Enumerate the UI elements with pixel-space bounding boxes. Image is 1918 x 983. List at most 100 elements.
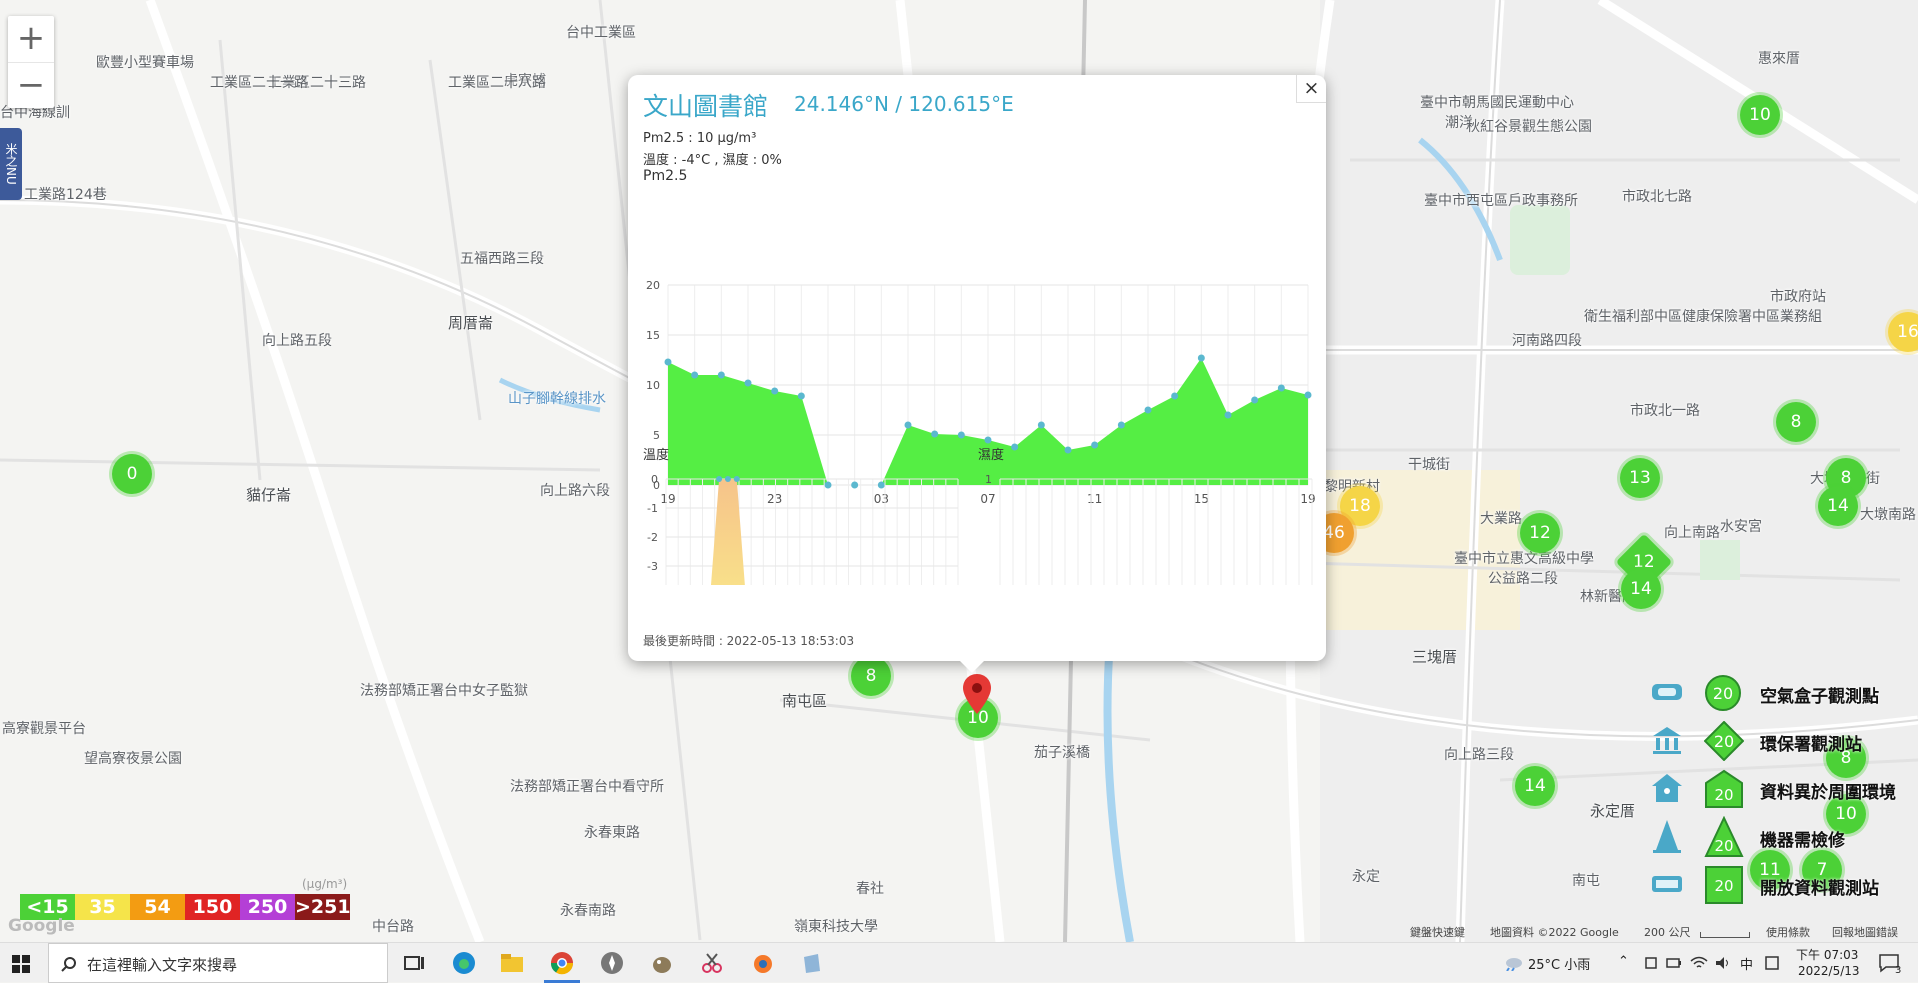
map-canvas[interactable]: 台中工業區 歐豐小型賽車場 台中海線訓 虎寮埔 周厝崙 貓仔崙 五福西路三段 向上路五段 山子腳… bbox=[0, 0, 1918, 942]
y-tick-label: 10 bbox=[646, 379, 660, 392]
data-point bbox=[1144, 406, 1152, 414]
house-icon bbox=[1652, 774, 1682, 802]
marker-value: 12 bbox=[1529, 523, 1551, 543]
data-point bbox=[1011, 443, 1019, 451]
google-logo: Google bbox=[8, 916, 75, 936]
air-quality-marker[interactable]: 13 bbox=[1620, 458, 1660, 498]
data-point bbox=[1117, 421, 1125, 429]
map-label: 工業區二十八路 bbox=[448, 75, 546, 91]
data-point bbox=[984, 436, 992, 444]
marker-value: 0 bbox=[126, 464, 138, 484]
marker-value: 46 bbox=[1323, 523, 1345, 543]
blender-icon[interactable] bbox=[750, 951, 774, 975]
chevron-up-icon[interactable]: ⌃ bbox=[1618, 954, 1629, 969]
y-tick-label: 1 bbox=[985, 473, 992, 486]
y-tick-label: 20 bbox=[646, 279, 660, 292]
map-label: 台中工業區 bbox=[566, 25, 636, 41]
map-label: 春社 bbox=[856, 881, 884, 897]
air-quality-marker[interactable]: 8 bbox=[1776, 402, 1816, 442]
data-point bbox=[744, 379, 752, 387]
legend-label: 機器需檢修 bbox=[1760, 831, 1845, 851]
air-quality-marker[interactable]: 14 bbox=[1621, 569, 1661, 609]
app-icon[interactable] bbox=[800, 951, 824, 975]
marker-value: 18 bbox=[1349, 496, 1371, 516]
battery-icon[interactable] bbox=[1666, 956, 1682, 970]
map-label: 衛生福利部中區健康保險署中區業務組 bbox=[1584, 309, 1822, 325]
tray-device-icon[interactable] bbox=[1644, 956, 1658, 970]
marker-value: 14 bbox=[1524, 776, 1546, 796]
map-label: 南屯 bbox=[1572, 873, 1600, 889]
zoom-in-button[interactable]: + bbox=[8, 16, 54, 62]
search-placeholder: 在這裡輸入文字來搜尋 bbox=[87, 956, 238, 974]
map-label: 永春東路 bbox=[584, 825, 640, 841]
clock-time[interactable]: 下午 07:03 bbox=[1796, 946, 1858, 963]
legend-label: 開放資料觀測站 bbox=[1760, 879, 1879, 899]
data-point bbox=[904, 421, 912, 429]
map-label: 臺中市立惠文高級中學 bbox=[1454, 551, 1594, 567]
weather-text[interactable]: 25°C 小雨 bbox=[1528, 954, 1590, 973]
gimp-icon[interactable] bbox=[650, 951, 674, 975]
station-title: 文山圖書館 bbox=[643, 92, 769, 121]
side-panel-tab[interactable]: 米之NU bbox=[0, 128, 22, 200]
legend-airbox: 20 空氣盒子觀測點 bbox=[1640, 670, 1918, 716]
location-pin-icon[interactable] bbox=[963, 674, 991, 714]
task-view-icon[interactable] bbox=[402, 951, 426, 975]
report-error-link[interactable]: 回報地圖錯誤 bbox=[1832, 924, 1898, 940]
air-quality-marker[interactable]: 0 bbox=[112, 454, 152, 494]
map-label: 茄子溪橋 bbox=[1034, 745, 1090, 761]
map-label: 向上路六段 bbox=[540, 483, 610, 499]
legend-marker-value: 20 bbox=[1713, 684, 1733, 703]
map-label: 法務部矯正署台中看守所 bbox=[510, 779, 664, 795]
legend-maintenance: 20 機器需檢修 bbox=[1640, 814, 1918, 860]
ime-indicator[interactable]: 中 bbox=[1740, 954, 1753, 973]
map-label: 臺中市西屯區戶政事務所 bbox=[1424, 193, 1578, 209]
y-tick-label: 15 bbox=[646, 329, 660, 342]
legend-circle-marker: 20 bbox=[1705, 675, 1741, 711]
data-point bbox=[797, 392, 805, 400]
marker-value: 14 bbox=[1630, 579, 1652, 599]
scale-level: 35 bbox=[75, 894, 130, 920]
clock-date[interactable]: 2022/5/13 bbox=[1798, 964, 1860, 978]
wifi-icon[interactable] bbox=[1690, 955, 1708, 971]
marker-value: 16 bbox=[1897, 322, 1918, 342]
scale-level: 150 bbox=[185, 894, 240, 920]
taskbar-search[interactable]: 在這裡輸入文字來搜尋 bbox=[48, 943, 388, 983]
compass-app-icon[interactable] bbox=[600, 951, 624, 975]
airbox-icon bbox=[1652, 684, 1682, 700]
air-quality-marker[interactable]: 10 bbox=[1740, 95, 1780, 135]
air-quality-marker[interactable]: 14 bbox=[1818, 486, 1858, 526]
edge-icon[interactable] bbox=[452, 951, 476, 975]
ime-mode-icon[interactable] bbox=[1764, 955, 1780, 971]
legend-diamond-marker: 20 bbox=[1704, 721, 1744, 761]
air-quality-marker[interactable]: 12 bbox=[1520, 513, 1560, 553]
data-point bbox=[1224, 411, 1232, 419]
keyboard-shortcuts-link[interactable]: 鍵盤快速鍵 bbox=[1410, 924, 1465, 940]
air-quality-marker[interactable]: 14 bbox=[1515, 766, 1555, 806]
chrome-icon[interactable] bbox=[550, 951, 574, 975]
terms-link[interactable]: 使用條款 bbox=[1766, 924, 1810, 940]
legend-unit: (μg/m³) bbox=[302, 877, 348, 891]
legend-house-marker: 20 bbox=[1705, 769, 1743, 808]
taskbar: 在這裡輸入文字來搜尋 25°C 小雨 ⌃ 中 下午 07:03 2022/5/1… bbox=[0, 942, 1918, 983]
marker-value: 13 bbox=[1629, 468, 1651, 488]
map-label: 向上路三段 bbox=[1444, 747, 1514, 763]
close-button[interactable]: × bbox=[1296, 75, 1326, 103]
weather-icon bbox=[1506, 958, 1522, 971]
file-explorer-icon[interactable] bbox=[500, 951, 524, 975]
legend-marker-value: 20 bbox=[1714, 877, 1733, 895]
scale-label[interactable]: 200 公尺 bbox=[1644, 924, 1691, 940]
data-point bbox=[1091, 441, 1099, 449]
snipping-tool-icon[interactable] bbox=[700, 951, 724, 975]
data-point bbox=[1277, 384, 1285, 392]
volume-icon[interactable] bbox=[1714, 955, 1732, 971]
air-quality-marker[interactable]: 8 bbox=[851, 656, 891, 696]
data-point bbox=[733, 476, 740, 482]
open-data-icon bbox=[1652, 876, 1682, 892]
map-label: 臺中市朝馬國民運動中心 bbox=[1420, 95, 1574, 111]
legend-marker-value: 20 bbox=[1714, 786, 1733, 804]
zoom-out-button[interactable]: − bbox=[8, 62, 54, 108]
data-point bbox=[717, 371, 725, 379]
legend-epa: 20 環保署觀測站 bbox=[1640, 718, 1918, 764]
map-label: 望高寮夜景公園 bbox=[84, 751, 182, 767]
windows-start-icon[interactable] bbox=[12, 955, 30, 973]
